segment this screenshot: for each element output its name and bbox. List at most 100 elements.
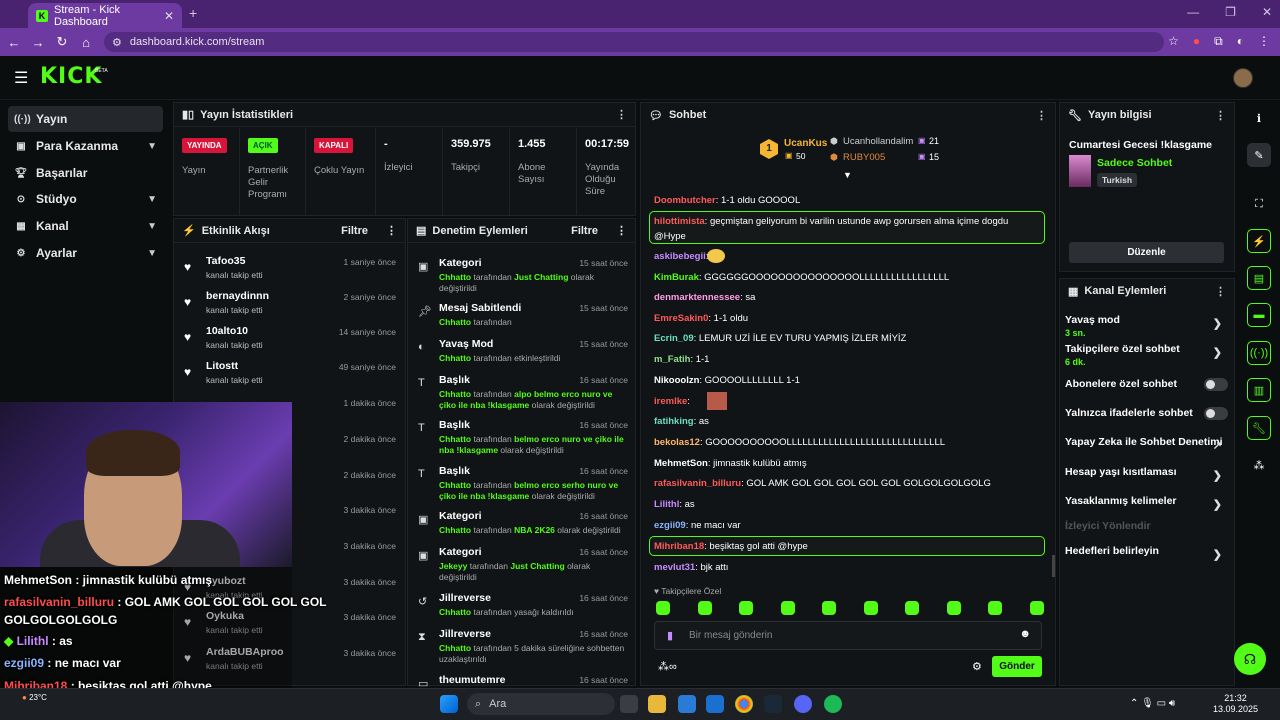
emote-icon[interactable]: [988, 601, 1002, 615]
chat-username[interactable]: mevlut31: [654, 562, 695, 573]
emote-icon[interactable]: [697, 601, 712, 615]
back-icon[interactable]: ←: [2, 35, 26, 50]
channel-action-item[interactable]: Hesap yaşı kısıtlaması ❯: [1065, 466, 1230, 482]
more-options-icon[interactable]: ⋮: [1215, 285, 1226, 298]
more-options-icon[interactable]: ⋮: [386, 224, 397, 237]
third-gifter-name[interactable]: RUBY005: [843, 152, 885, 163]
activity-username[interactable]: 10alto10: [206, 325, 248, 337]
fullscreen-icon[interactable]: ⛶: [1247, 192, 1271, 216]
channel-action-item[interactable]: Abonelere özel sohbet: [1065, 378, 1230, 391]
chat-username[interactable]: Lilithl: [654, 499, 679, 510]
channel-action-item[interactable]: Hedefleri belirleyin ❯: [1065, 545, 1230, 561]
new-tab-icon[interactable]: +: [189, 5, 197, 21]
taskbar-search[interactable]: ⌕ Ara: [467, 693, 615, 715]
emote-icon[interactable]: [863, 601, 878, 615]
moderator-name[interactable]: Chhatto: [439, 272, 471, 282]
emote-icon[interactable]: [780, 601, 795, 615]
steam-icon[interactable]: [764, 695, 782, 713]
toggle-switch[interactable]: [1204, 407, 1228, 420]
chat-username[interactable]: EmreSakin0: [654, 313, 708, 324]
chat-username[interactable]: Doombutcher: [654, 195, 716, 206]
profile-icon[interactable]: ◐: [1237, 34, 1244, 49]
expand-leaderboard-icon[interactable]: ▼: [843, 170, 852, 180]
chat-settings-icon[interactable]: ⁂∞: [658, 660, 677, 673]
moderator-name[interactable]: Chhatto: [439, 525, 471, 535]
chat-username[interactable]: iremlke: [654, 396, 687, 407]
moderator-name[interactable]: Chhatto: [439, 317, 471, 327]
file-explorer-icon[interactable]: [648, 695, 666, 713]
channel-action-item[interactable]: İzleyici Yönlendir: [1065, 520, 1230, 532]
extensions-puzzle-icon[interactable]: ⧉: [1214, 34, 1223, 49]
moderator-name[interactable]: Chhatto: [439, 607, 471, 617]
chat-username[interactable]: MehmetSon: [654, 458, 708, 469]
sidebar-item-ayarlar[interactable]: ⚙ Ayarlar ▼: [8, 240, 163, 266]
broadcast-icon[interactable]: ((·)): [1247, 341, 1271, 365]
emote-icon[interactable]: [946, 601, 961, 615]
sidebar-item-kanal[interactable]: ▦ Kanal ▼: [8, 213, 163, 239]
moderator-name[interactable]: Jekeyy: [439, 561, 467, 571]
more-options-icon[interactable]: ⋮: [1036, 109, 1047, 122]
activity-username[interactable]: bernaydinnn: [206, 290, 269, 302]
close-window-icon[interactable]: ✕: [1262, 5, 1272, 19]
home-icon[interactable]: ⌂: [74, 35, 98, 50]
lightning-icon[interactable]: ⚡: [1247, 229, 1271, 253]
sidebar-item-para-kazanma[interactable]: ▣ Para Kazanma ▼: [8, 133, 163, 159]
layout-icon[interactable]: ⁂: [1247, 453, 1271, 477]
taskbar-clock[interactable]: 21:32 13.09.2025: [1213, 693, 1258, 715]
task-view-icon[interactable]: [620, 695, 638, 713]
chat-username[interactable]: Mihriban18: [654, 541, 704, 552]
second-gifter-name[interactable]: Ucanhollandalim: [843, 136, 913, 147]
channel-action-item[interactable]: Yavaş mod 3 sn. ❯: [1065, 314, 1230, 338]
activity-username[interactable]: Litostt: [206, 360, 238, 372]
system-tray[interactable]: ⌃ 🎙︎ ▭ 🔊︎: [1130, 698, 1175, 709]
document-icon[interactable]: ▤: [1247, 266, 1271, 290]
kick-logo[interactable]: KICK: [40, 64, 102, 89]
filter-button[interactable]: Filtre: [341, 225, 368, 237]
edit-stream-info-button[interactable]: Düzenle: [1069, 242, 1224, 263]
spotify-icon[interactable]: [824, 695, 842, 713]
more-options-icon[interactable]: ⋮: [616, 224, 627, 237]
send-button[interactable]: Gönder: [992, 656, 1042, 677]
chat-username[interactable]: askibebegii: [654, 251, 706, 262]
user-avatar[interactable]: [1233, 68, 1253, 88]
windows-start-icon[interactable]: [440, 695, 458, 713]
microphone-icon[interactable]: ▮: [667, 629, 673, 642]
outlook-icon[interactable]: [706, 695, 724, 713]
site-info-icon[interactable]: ⚙: [112, 36, 122, 49]
chrome-icon[interactable]: [735, 695, 753, 713]
sidebar-item-basarilar[interactable]: 🏆︎ Başarılar: [8, 160, 163, 186]
more-options-icon[interactable]: ⋮: [1215, 109, 1226, 122]
chat-icon[interactable]: ▬: [1247, 303, 1271, 327]
emote-icon[interactable]: [1029, 601, 1044, 615]
support-headset-icon[interactable]: ☊: [1234, 643, 1266, 675]
emote-icon[interactable]: [905, 601, 919, 615]
edit-pencil-icon[interactable]: ✎: [1247, 143, 1271, 167]
info-icon[interactable]: ℹ: [1247, 106, 1271, 130]
maximize-icon[interactable]: ❐: [1225, 5, 1236, 19]
reload-icon[interactable]: ↻: [50, 34, 74, 50]
close-tab-icon[interactable]: ✕: [164, 9, 174, 23]
activity-username[interactable]: Tafoo35: [206, 255, 245, 267]
channel-action-item[interactable]: Yasaklanmış kelimeler ❯: [1065, 495, 1230, 511]
forward-icon[interactable]: →: [26, 35, 50, 50]
moderator-name[interactable]: Chhatto: [439, 643, 471, 653]
chat-username[interactable]: KimBurak: [654, 272, 699, 283]
moderator-name[interactable]: Chhatto: [439, 434, 471, 444]
chat-scrollbar[interactable]: [1052, 555, 1055, 577]
chat-username[interactable]: ezgii09: [654, 520, 686, 531]
chat-username[interactable]: denmarktennessee: [654, 292, 740, 303]
top-gifter-name[interactable]: UcanKus: [784, 138, 827, 149]
bookmark-star-icon[interactable]: ☆: [1168, 34, 1179, 49]
browser-menu-icon[interactable]: ⋮: [1258, 34, 1270, 49]
chat-username[interactable]: Ecrin_09: [654, 333, 694, 344]
sidebar-item-studyo[interactable]: ⊙ Stüdyo ▼: [8, 186, 163, 212]
minimize-icon[interactable]: —: [1187, 5, 1199, 19]
wrench-icon[interactable]: 🔧︎: [1247, 416, 1271, 440]
browser-tab[interactable]: K Stream - Kick Dashboard ✕: [28, 3, 182, 28]
chat-input[interactable]: ▮ Bir mesaj gönderin ☻: [654, 621, 1042, 650]
channel-action-item[interactable]: Yapay Zeka ile Sohbet Denetimi ↗: [1065, 436, 1230, 452]
emote-icon[interactable]: [656, 601, 670, 615]
stats-icon[interactable]: ▥: [1247, 378, 1271, 402]
chat-username[interactable]: rafasilvanin_billuru: [654, 478, 741, 489]
sidebar-item-yayin[interactable]: ((·)) Yayın: [8, 106, 163, 132]
